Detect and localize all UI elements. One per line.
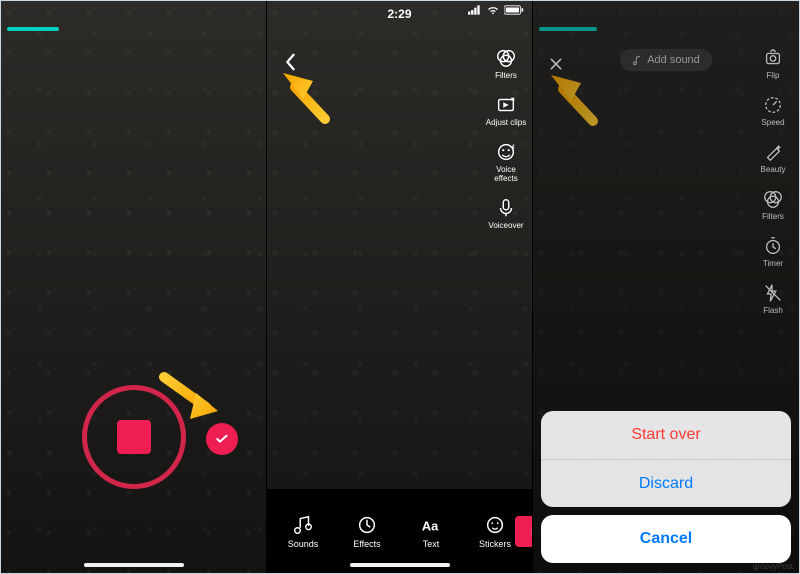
pane-discard: Add sound Flip Speed Beauty Filters bbox=[533, 1, 799, 573]
callout-arrow bbox=[279, 69, 333, 125]
tool-adjust-clips[interactable]: Adjust clips bbox=[484, 94, 528, 127]
sheet-label: Cancel bbox=[640, 530, 692, 548]
next-button[interactable]: Next bbox=[515, 516, 533, 547]
sheet-label: Start over bbox=[631, 426, 700, 444]
bottom-sounds[interactable]: Sounds bbox=[283, 514, 323, 549]
home-indicator bbox=[84, 563, 184, 567]
voice-effects-icon bbox=[495, 141, 517, 163]
stop-icon bbox=[117, 420, 151, 454]
pane-recording bbox=[1, 1, 267, 573]
text-icon: Aa bbox=[420, 514, 442, 536]
bt-label: Stickers bbox=[479, 539, 511, 549]
status-right bbox=[468, 5, 524, 15]
microphone-icon bbox=[495, 197, 517, 219]
edit-tool-column: Filters Adjust clips Voice effects Voice… bbox=[484, 47, 528, 230]
bt-label: Text bbox=[423, 539, 440, 549]
action-sheet-cancel-group: Cancel bbox=[541, 515, 791, 563]
tool-voice-effects[interactable]: Voice effects bbox=[484, 141, 528, 183]
effects-icon bbox=[356, 514, 378, 536]
back-button[interactable] bbox=[277, 49, 303, 75]
bottom-stickers[interactable]: Stickers bbox=[475, 514, 515, 549]
filters-icon bbox=[495, 47, 517, 69]
action-discard[interactable]: Discard bbox=[541, 459, 791, 507]
tool-label: Adjust clips bbox=[486, 118, 526, 127]
watermark: groovyPost bbox=[753, 562, 793, 571]
tool-voiceover[interactable]: Voiceover bbox=[484, 197, 528, 230]
music-note-icon bbox=[292, 514, 314, 536]
wifi-icon bbox=[486, 5, 500, 15]
bottom-effects[interactable]: Effects bbox=[347, 514, 387, 549]
svg-text:Aa: Aa bbox=[422, 518, 439, 533]
adjust-clips-icon bbox=[495, 94, 517, 116]
action-sheet-options: Start over Discard bbox=[541, 411, 791, 507]
chevron-left-icon bbox=[283, 53, 297, 71]
tool-label: Filters bbox=[495, 71, 517, 80]
status-time: 2:29 bbox=[387, 7, 411, 21]
signal-icon bbox=[468, 5, 482, 15]
sheet-label: Discard bbox=[639, 475, 693, 493]
bt-label: Sounds bbox=[288, 539, 319, 549]
tool-filters[interactable]: Filters bbox=[484, 47, 528, 80]
three-pane-collage: 2:29 Filters Adjust clips bbox=[0, 0, 800, 574]
home-indicator bbox=[350, 563, 450, 567]
bt-label: Effects bbox=[353, 539, 380, 549]
action-cancel[interactable]: Cancel bbox=[541, 515, 791, 563]
pane-edit: 2:29 Filters Adjust clips bbox=[267, 1, 533, 573]
record-progress bbox=[7, 27, 59, 31]
confirm-button[interactable] bbox=[206, 423, 238, 455]
tool-label: Voiceover bbox=[488, 221, 523, 230]
bottom-toolbar: Sounds Effects Aa Text Stickers Next bbox=[267, 489, 532, 573]
check-icon bbox=[214, 431, 230, 447]
stickers-icon bbox=[484, 514, 506, 536]
battery-icon bbox=[504, 5, 524, 15]
record-button[interactable] bbox=[82, 385, 186, 489]
action-start-over[interactable]: Start over bbox=[541, 411, 791, 459]
action-sheet: Start over Discard Cancel bbox=[541, 411, 791, 563]
tool-label: Voice effects bbox=[494, 165, 517, 183]
bottom-text[interactable]: Aa Text bbox=[411, 514, 451, 549]
